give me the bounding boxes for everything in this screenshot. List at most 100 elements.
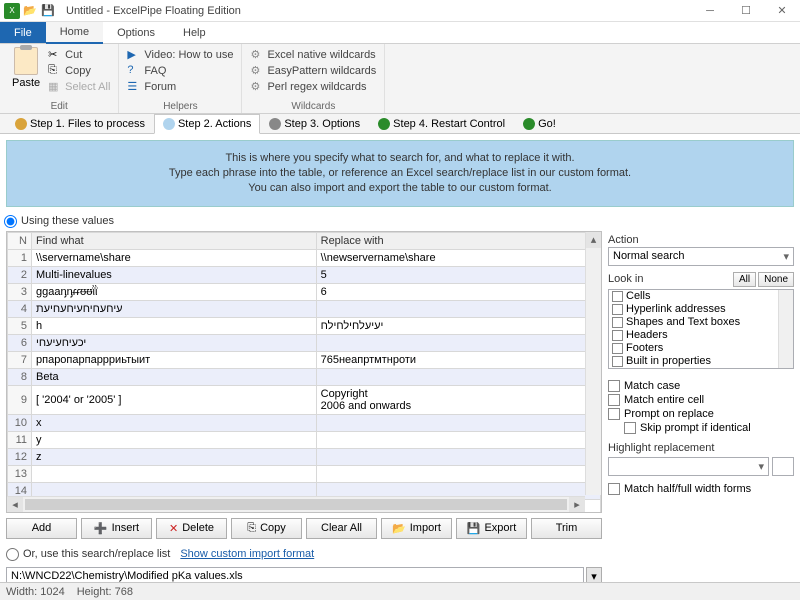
radio-use-values[interactable] [4,215,17,228]
col-replace[interactable]: Replace with [316,232,600,249]
restart-icon [378,118,390,130]
play-icon [523,118,535,130]
table-row[interactable]: 3ggaaᶇᶇᵳᵳᵿᵿῒῒ6 [8,283,601,300]
lookin-scroll[interactable] [778,290,793,368]
insert-button[interactable]: ➕Insert [81,518,152,539]
video-link[interactable]: ▶Video: How to use [127,47,233,63]
list-item[interactable]: Cells [609,290,793,303]
table-row[interactable]: 12z [8,448,601,465]
faq-link[interactable]: ?FAQ [127,63,233,79]
tab-step2[interactable]: Step 2. Actions [154,114,260,134]
copy-button[interactable]: ⎘Copy [48,63,110,79]
titlebar: X 📂 💾 Untitled - ExcelPipe Floating Edit… [0,0,800,22]
menu-file[interactable]: File [0,22,46,43]
show-format-link[interactable]: Show custom import format [180,548,314,560]
delete-button[interactable]: ✕Delete [156,518,227,539]
search-replace-grid[interactable]: N Find what Replace with 1\\servername\s… [6,231,602,513]
copy-button[interactable]: ⎘Copy [231,518,302,539]
table-row[interactable]: 7рпаропарпаррриьтыит765неапртмтнроти [8,351,601,368]
trim-button[interactable]: Trim [531,518,602,539]
table-row[interactable]: 5hיעיעלחילחילח [8,317,601,334]
lookin-all-button[interactable]: All [733,272,756,287]
tab-go[interactable]: Go! [514,114,565,133]
tab-step1[interactable]: Step 1. Files to process [6,114,154,133]
minimize-button[interactable]: ─ [692,0,728,22]
clear-button[interactable]: Clear All [306,518,377,539]
save-icon[interactable]: 💾 [40,3,56,19]
ribbon-group-edit: Edit [8,101,110,112]
step-tabs: Step 1. Files to process Step 2. Actions… [0,114,800,134]
tab-step3[interactable]: Step 3. Options [260,114,369,133]
list-item[interactable]: Headers [609,329,793,342]
list-item[interactable]: Shapes and Text boxes [609,316,793,329]
chevron-down-icon: ▾ [783,250,789,263]
gear-icon: ⚙ [250,64,264,78]
status-height: Height: 768 [77,586,133,598]
menu-home[interactable]: Home [46,22,103,44]
ribbon-group-helpers: Helpers [127,101,233,112]
col-find[interactable]: Find what [32,232,317,249]
folder-icon: 📂 [392,522,406,535]
import-button[interactable]: 📂Import [381,518,452,539]
step-icon [15,118,27,130]
select-all-button: ▦Select All [48,79,110,95]
skip-prompt-check[interactable] [624,422,636,434]
table-row[interactable]: 2Multi-linevalues5 [8,266,601,283]
table-row[interactable]: 6יכעיחעיעחי [8,334,601,351]
scissors-icon: ✂ [48,48,62,62]
close-button[interactable]: ✕ [764,0,800,22]
list-item[interactable]: Footers [609,342,793,355]
table-row[interactable]: 4עיחעחיחעיחעחיעת [8,300,601,317]
prompt-check[interactable] [608,408,620,420]
delete-icon: ✕ [169,522,178,535]
status-width: Width: 1024 [6,586,65,598]
checkbox[interactable] [612,291,623,302]
table-row[interactable]: 8Beta [8,368,601,385]
gear-icon [269,118,281,130]
copy-icon: ⎘ [247,522,256,535]
paste-button[interactable]: Paste [8,47,44,95]
match-cell-check[interactable] [608,394,620,406]
list-item[interactable]: Hyperlink addresses [609,303,793,316]
perl-wildcards[interactable]: ⚙Perl regex wildcards [250,79,376,95]
maximize-button[interactable]: ☐ [728,0,764,22]
window-title: Untitled - ExcelPipe Floating Edition [60,5,692,17]
export-button[interactable]: 💾Export [456,518,527,539]
action-combo[interactable]: Normal search▾ [608,247,794,266]
excel-wildcards[interactable]: ⚙Excel native wildcards [250,47,376,63]
col-n[interactable]: N [8,232,32,249]
radio-use-list[interactable] [6,548,19,561]
match-half-check[interactable] [608,483,620,495]
gear-icon: ⚙ [250,80,264,94]
highlight-swatch[interactable] [772,457,794,476]
table-row[interactable]: 11y [8,431,601,448]
lookin-list[interactable]: CellsHyperlink addressesShapes and Text … [608,289,794,369]
table-row[interactable]: 1\\servername\share\\newservername\share [8,249,601,266]
open-icon[interactable]: 📂 [22,3,38,19]
checkbox[interactable] [612,356,623,367]
forum-link[interactable]: ☰Forum [127,79,233,95]
highlight-combo[interactable]: ▾ [608,457,769,476]
tab-step4[interactable]: Step 4. Restart Control [369,114,514,133]
forum-icon: ☰ [127,80,141,94]
status-bar: Width: 1024 Height: 768 [0,582,800,600]
checkbox[interactable] [612,317,623,328]
cut-button[interactable]: ✂Cut [48,47,110,63]
match-case-check[interactable] [608,380,620,392]
grid-vscroll[interactable]: ▴ [585,232,601,495]
checkbox[interactable] [612,304,623,315]
play-icon: ▶ [127,48,141,62]
lookin-none-button[interactable]: None [758,272,794,287]
list-item[interactable]: Built in properties [609,355,793,368]
radio-use-list-label: Or, use this search/replace list [23,548,170,560]
menu-options[interactable]: Options [103,22,169,43]
add-button[interactable]: Add [6,518,77,539]
easy-wildcards[interactable]: ⚙EasyPattern wildcards [250,63,376,79]
checkbox[interactable] [612,343,623,354]
checkbox[interactable] [612,330,623,341]
table-row[interactable]: 9[ '2004' or '2005' ]Copyright 2006 and … [8,385,601,414]
table-row[interactable]: 10x [8,414,601,431]
grid-hscroll[interactable]: ◂▸ [7,496,585,512]
table-row[interactable]: 13 [8,465,601,482]
menu-help[interactable]: Help [169,22,220,43]
